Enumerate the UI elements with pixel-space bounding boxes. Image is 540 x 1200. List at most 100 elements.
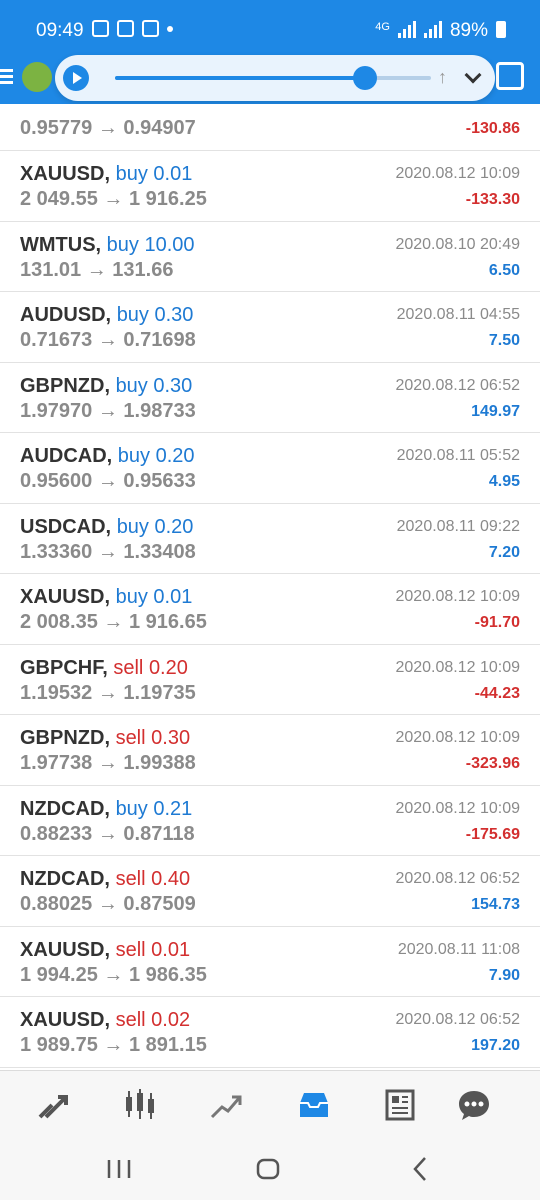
trade-profit: -133.30 [465, 191, 520, 208]
trade-prices: 131.01 → 131.66 [20, 258, 174, 281]
trade-datetime: 2020.08.12 10:09 [395, 799, 520, 817]
trade-row[interactable]: AUDCAD, buy 0.20 2020.08.11 05:52 0.95600 … [0, 433, 540, 504]
trade-row[interactable]: GBPNZD, buy 0.30 2020.08.12 06:52 1.97970 … [0, 362, 540, 433]
trade-volume: 0.40 [151, 868, 191, 890]
account-icon[interactable] [22, 62, 52, 92]
status-bar: 09:49 4G 89% [0, 0, 540, 62]
trade-side: buy [116, 515, 149, 538]
trade-row[interactable]: XAUUSD, sell 0.01 2020.08.11 11:08 1 994.2… [0, 926, 540, 997]
trade-row[interactable]: XAUUSD, sell 0.02 2020.08.12 06:52 1 989.7… [0, 997, 540, 1068]
trade-profit: -175.69 [465, 825, 520, 843]
bottom-nav [0, 1070, 540, 1138]
trade-prices: 1.19532 → 1.19735 [20, 681, 196, 704]
trade-row[interactable]: WMTUS, buy 10.00 2020.08.10 20:49 131.01 →… [0, 221, 540, 292]
history-icon[interactable] [296, 1087, 332, 1123]
trade-datetime: 2020.08.12 10:09 [395, 658, 520, 676]
trade-datetime: 2020.08.11 05:52 [396, 447, 520, 464]
symbol-name: GBPCHF, [20, 656, 108, 679]
trade-row[interactable]: NZDCAD, sell 0.40 2020.08.12 06:52 0.88025… [0, 856, 540, 927]
chat-icon[interactable] [456, 1087, 492, 1123]
trade-side: sell [115, 727, 146, 749]
menu-icon[interactable] [0, 66, 14, 86]
trade-volume: 0.20 [154, 515, 194, 538]
back-icon[interactable] [405, 1154, 435, 1184]
trade-volume: 0.01 [151, 938, 191, 961]
seek-thumb[interactable] [352, 66, 377, 90]
chart-icon[interactable] [122, 1087, 158, 1123]
trade-row[interactable]: AUDUSD, buy 0.30 2020.08.11 04:55 0.71673 … [0, 292, 540, 363]
system-nav-bar [0, 1138, 540, 1200]
symbol-name: XAUUSD, [20, 1009, 111, 1031]
trade-prices: 1 989.75 → 1 891.15 [20, 1034, 207, 1056]
trade-prices: 0.88233 → 0.87118 [20, 822, 195, 845]
trade-symbol: XAUUSD, buy 0.01 [20, 586, 192, 609]
trade-side: buy [117, 445, 151, 467]
trade-side: buy [115, 797, 148, 820]
symbol-name: XAUUSD, [20, 163, 111, 185]
seek-track[interactable] [115, 76, 431, 80]
trade-profit: 7.20 [488, 543, 520, 561]
seek-progress [115, 76, 365, 80]
trade-row[interactable]: NZDCAD, buy 0.21 2020.08.12 10:09 0.88233 … [0, 785, 540, 856]
trade-row[interactable]: XAUUSD, buy 0.01 2020.08.12 10:09 2 049.55… [0, 151, 540, 222]
trade-symbol: XAUUSD, sell 0.01 [20, 939, 190, 962]
symbol-name: WMTUS, [20, 233, 102, 256]
symbol-name: GBPNZD, [20, 374, 110, 397]
trade-history-list: 0.95779 → 0.94907 -130.86 XAUUSD, buy 0.01… [0, 104, 540, 1068]
trade-datetime: 2020.08.11 04:55 [396, 306, 520, 323]
trade-profit: -323.96 [465, 755, 520, 772]
app-notification-icon [142, 20, 159, 37]
sort-icon[interactable]: ↑ [438, 67, 447, 88]
trade-volume: 0.01 [153, 163, 193, 185]
trade-profit: 4.95 [488, 473, 520, 490]
trade-row[interactable]: GBPNZD, sell 0.30 2020.08.12 10:09 1.97738… [0, 715, 540, 786]
home-icon[interactable] [253, 1154, 283, 1184]
status-time: 09:49 [36, 20, 84, 41]
trade-volume: 0.30 [154, 304, 194, 326]
trade-icon[interactable] [208, 1087, 244, 1123]
trade-prices: 2 049.55 → 1 916.25 [20, 188, 207, 210]
trade-side: sell [115, 1009, 146, 1031]
trade-prices: 1.97970 → 1.98733 [20, 399, 196, 422]
trade-datetime: 2020.08.12 06:52 [395, 1011, 520, 1028]
trade-row[interactable]: GBPCHF, sell 0.20 2020.08.12 10:09 1.19532… [0, 644, 540, 715]
quotes-icon[interactable] [36, 1087, 72, 1123]
play-button[interactable] [63, 65, 89, 91]
trade-datetime: 2020.08.12 06:52 [395, 870, 520, 887]
trade-symbol: AUDUSD, buy 0.30 [20, 304, 193, 327]
trade-profit: 7.90 [488, 966, 520, 984]
gallery-icon [92, 20, 109, 37]
trade-profit: 6.50 [488, 261, 520, 279]
symbol-name: XAUUSD, [20, 586, 111, 608]
trade-symbol: XAUUSD, sell 0.02 [20, 1009, 190, 1032]
recent-apps-icon[interactable] [104, 1154, 134, 1184]
trade-datetime: 2020.08.12 10:09 [395, 729, 520, 746]
trade-prices: 1.33360 → 1.33408 [20, 540, 196, 563]
trade-volume: 0.30 [153, 374, 193, 397]
trade-volume: 0.01 [153, 586, 193, 608]
symbol-name: NZDCAD, [20, 868, 110, 890]
trade-symbol: GBPNZD, sell 0.30 [20, 727, 190, 750]
trade-profit: 7.50 [488, 332, 520, 349]
trade-side: sell [113, 656, 144, 679]
news-icon[interactable] [382, 1087, 418, 1123]
battery-percent: 89% [449, 20, 488, 41]
trade-row[interactable]: XAUUSD, buy 0.01 2020.08.12 10:09 2 008.35… [0, 574, 540, 645]
trade-symbol: NZDCAD, buy 0.21 [20, 798, 192, 821]
symbol-name: USDCAD, [20, 515, 112, 538]
trade-symbol: USDCAD, buy 0.20 [20, 516, 193, 539]
trade-symbol: GBPCHF, sell 0.20 [20, 657, 188, 680]
trade-prices: 0.95600 → 0.95633 [20, 470, 196, 492]
trade-row[interactable]: 0.95779 → 0.94907 -130.86 [0, 104, 540, 151]
trade-prices: 2 008.35 → 1 916.65 [20, 611, 207, 633]
trade-row[interactable]: USDCAD, buy 0.20 2020.08.11 09:22 1.33360 … [0, 503, 540, 574]
profile-icon[interactable] [496, 62, 524, 90]
trade-volume: 0.21 [153, 797, 193, 820]
chevron-down-icon[interactable] [464, 66, 482, 84]
symbol-name: NZDCAD, [20, 797, 110, 820]
trade-symbol: AUDCAD, buy 0.20 [20, 445, 195, 468]
trade-side: sell [115, 938, 146, 961]
trade-side: buy [115, 163, 148, 185]
trade-side: buy [115, 374, 148, 397]
trade-profit: 197.20 [471, 1037, 520, 1054]
